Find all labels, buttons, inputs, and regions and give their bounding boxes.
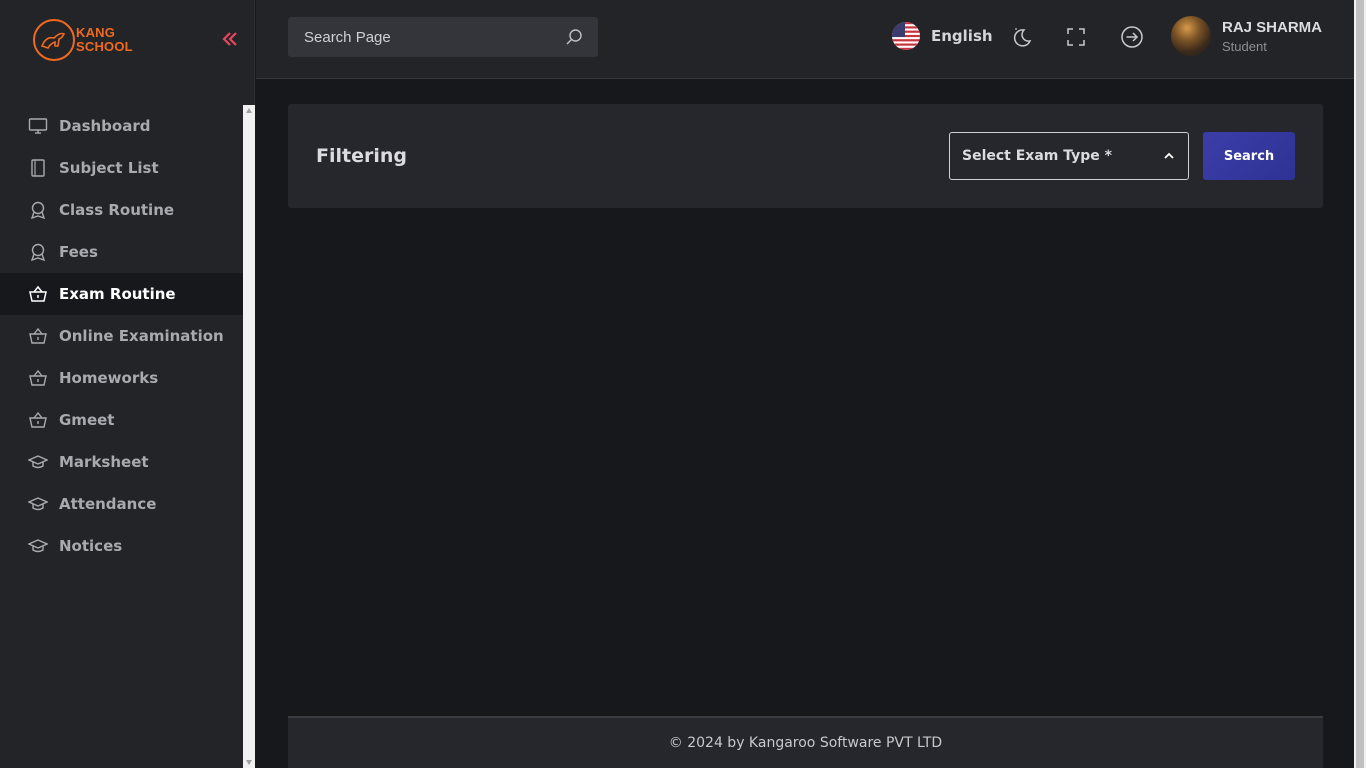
sidebar-item-label: Attendance <box>59 495 157 513</box>
sidebar-item-dashboard[interactable]: Dashboard <box>0 105 243 147</box>
sidebar: KANG SCHOOL Dashboard Subject List Class… <box>0 0 255 768</box>
scroll-up-icon[interactable] <box>246 108 252 113</box>
language-label: English <box>931 27 993 45</box>
scroll-down-icon[interactable] <box>246 760 252 765</box>
collapse-sidebar-button[interactable] <box>218 28 242 52</box>
sidebar-item-label: Marksheet <box>59 453 149 471</box>
sidebar-nav: Dashboard Subject List Class Routine Fee… <box>0 105 243 768</box>
graduation-cap-icon <box>27 535 49 557</box>
sidebar-scrollbar[interactable] <box>243 105 255 768</box>
filter-title: Filtering <box>316 145 407 167</box>
us-flag-icon <box>892 22 920 50</box>
logo-area: KANG SCHOOL <box>0 0 255 80</box>
sidebar-item-label: Notices <box>59 537 123 555</box>
page-scrollbar[interactable] <box>1354 0 1366 768</box>
avatar <box>1171 16 1211 56</box>
footer: © 2024 by Kangaroo Software PVT LTD <box>288 716 1323 768</box>
top-header: English RAJ SHARMA Student <box>256 0 1354 79</box>
user-role: Student <box>1222 38 1267 54</box>
award-icon <box>27 199 49 221</box>
sidebar-item-label: Dashboard <box>59 117 151 135</box>
graduation-cap-icon <box>27 493 49 515</box>
double-chevron-left-icon <box>222 32 237 46</box>
sidebar-item-label: Fees <box>59 243 98 261</box>
graduation-cap-icon <box>27 451 49 473</box>
sidebar-item-fees[interactable]: Fees <box>0 231 243 273</box>
chevron-up-icon <box>1164 152 1174 159</box>
sidebar-item-label: Class Routine <box>59 201 175 219</box>
sidebar-item-homeworks[interactable]: Homeworks <box>0 357 243 399</box>
page-scrollbar-thumb[interactable] <box>1356 0 1364 768</box>
search-box[interactable] <box>288 17 598 57</box>
sidebar-item-class-routine[interactable]: Class Routine <box>0 189 243 231</box>
monitor-icon <box>27 115 49 137</box>
user-name: RAJ SHARMA <box>1222 18 1323 36</box>
sidebar-item-subject-list[interactable]: Subject List <box>0 147 243 189</box>
moon-icon[interactable] <box>1010 25 1034 49</box>
basket-icon <box>27 325 49 347</box>
search-input[interactable] <box>304 28 554 46</box>
award-icon <box>27 241 49 263</box>
search-icon[interactable] <box>564 27 584 47</box>
logout-icon[interactable] <box>1120 25 1144 49</box>
sidebar-item-label: Homeworks <box>59 369 159 387</box>
brand-line-1: KANG <box>76 25 116 40</box>
sidebar-item-exam-routine[interactable]: Exam Routine <box>0 273 243 315</box>
exam-type-select-label: Select Exam Type * <box>962 148 1112 164</box>
basket-icon <box>27 283 49 305</box>
language-selector[interactable]: English <box>892 22 993 50</box>
fullscreen-icon[interactable] <box>1064 25 1088 49</box>
filter-card: Filtering Select Exam Type * Search <box>288 104 1323 208</box>
sidebar-item-label: Subject List <box>59 159 159 177</box>
brand-line-2: SCHOOL <box>76 39 133 54</box>
sidebar-item-marksheet[interactable]: Marksheet <box>0 441 243 483</box>
sidebar-item-label: Gmeet <box>59 411 115 429</box>
kangaroo-logo-icon <box>33 19 75 61</box>
sidebar-item-notices[interactable]: Notices <box>0 525 243 567</box>
sidebar-item-gmeet[interactable]: Gmeet <box>0 399 243 441</box>
exam-type-select[interactable]: Select Exam Type * <box>949 132 1189 180</box>
sidebar-item-online-examination[interactable]: Online Examination <box>0 315 243 357</box>
brand-name: KANG SCHOOL <box>76 26 133 54</box>
user-info: RAJ SHARMA Student <box>1222 19 1322 54</box>
logo[interactable]: KANG SCHOOL <box>32 18 133 62</box>
sidebar-item-label: Exam Routine <box>59 285 176 303</box>
search-button[interactable]: Search <box>1203 132 1295 180</box>
copyright-text: © 2024 by Kangaroo Software PVT LTD <box>668 735 943 751</box>
sidebar-item-attendance[interactable]: Attendance <box>0 483 243 525</box>
basket-icon <box>27 409 49 431</box>
basket-icon <box>27 367 49 389</box>
sidebar-item-label: Online Examination <box>59 327 224 345</box>
book-icon <box>27 157 49 179</box>
user-profile[interactable]: RAJ SHARMA Student <box>1171 16 1322 56</box>
